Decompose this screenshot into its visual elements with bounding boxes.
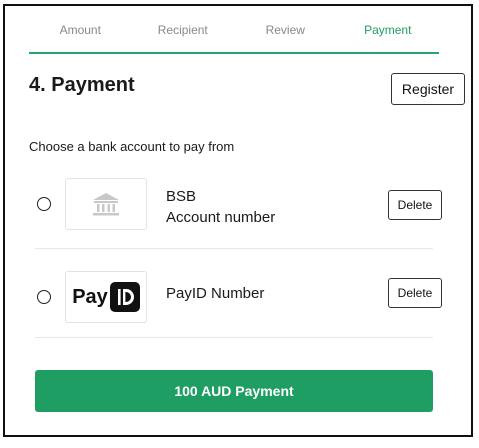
bank-account-radio[interactable] — [37, 197, 51, 211]
bank-account-details: BSB Account number — [166, 186, 275, 228]
account-number-label: Account number — [166, 209, 276, 226]
register-button[interactable]: Register — [391, 73, 465, 105]
step-payment[interactable]: Payment — [337, 18, 440, 52]
payid-logo-text: Pay — [72, 285, 108, 308]
page-title: 4. Payment — [29, 74, 135, 96]
step-amount[interactable]: Amount — [29, 18, 132, 52]
delete-payid-button[interactable]: Delete — [388, 278, 442, 308]
pay-button[interactable]: 100 AUD Payment — [35, 370, 433, 412]
step-recipient[interactable]: Recipient — [132, 18, 235, 52]
payid-number-label: PayID Number — [166, 285, 265, 302]
progress-stepper: Amount Recipient Review Payment — [29, 18, 439, 54]
bank-icon — [93, 193, 119, 216]
step-review[interactable]: Review — [234, 18, 337, 52]
account-choice-instruction: Choose a bank account to pay from — [29, 139, 235, 154]
delete-bank-account-button[interactable]: Delete — [388, 190, 442, 220]
payid-logo: Pay — [65, 271, 147, 323]
payment-panel: Amount Recipient Review Payment 4. Payme… — [3, 4, 473, 437]
payid-account-option[interactable]: Pay PayID Number Delete — [35, 263, 442, 338]
payid-id-icon — [109, 282, 140, 312]
bank-account-option[interactable]: BSB Account number Delete — [35, 176, 442, 249]
bsb-label: BSB — [166, 188, 197, 205]
bank-logo — [65, 178, 147, 230]
payid-radio[interactable] — [37, 290, 51, 304]
